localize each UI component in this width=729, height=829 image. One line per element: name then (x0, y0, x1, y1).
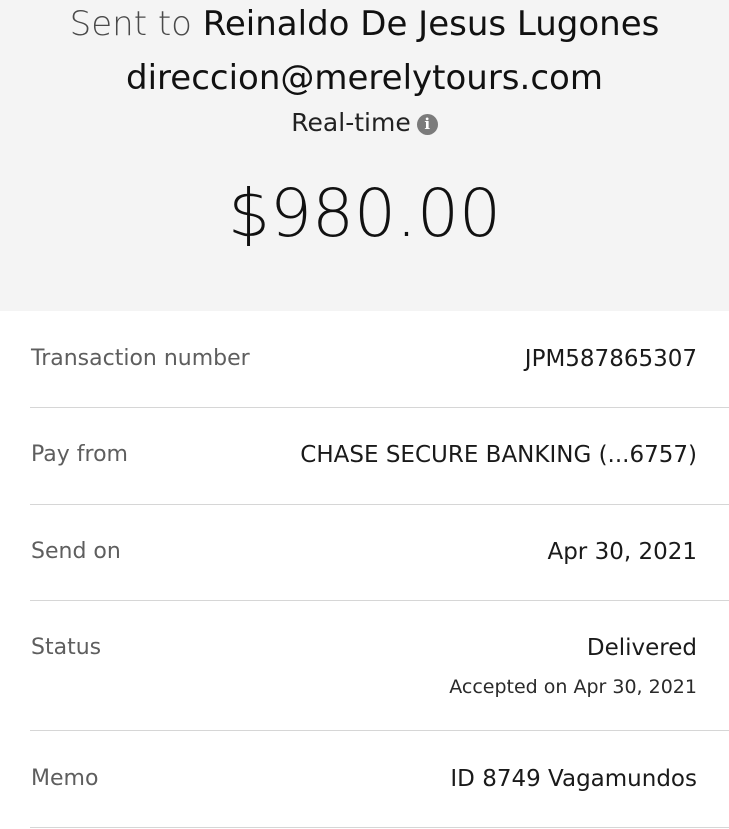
sent-to-prefix: Sent to (69, 4, 192, 44)
status-accepted-date: Accepted on Apr 30, 2021 (449, 676, 697, 698)
transaction-number-label: Transaction number (31, 346, 250, 371)
pay-from-row: Pay from CHASE SECURE BANKING (...6757) (30, 408, 729, 505)
payment-summary-header: Sent to Reinaldo De Jesus Lugones direcc… (0, 0, 729, 311)
status-label: Status (31, 635, 102, 660)
send-on-value: Apr 30, 2021 (547, 539, 697, 565)
recipient-name: Reinaldo De Jesus Lugones (202, 4, 660, 44)
payment-amount: $980.00 (228, 175, 501, 252)
delivery-speed: Real-time (291, 108, 411, 137)
memo-label: Memo (31, 766, 99, 791)
transaction-number-row: Transaction number JPM587865307 (30, 311, 729, 408)
info-icon[interactable]: i (416, 114, 438, 135)
recipient-email: direccion@merelytours.com (126, 58, 603, 98)
send-on-row: Send on Apr 30, 2021 (30, 505, 729, 601)
memo-value: ID 8749 Vagamundos (450, 766, 697, 792)
status-row: Status Delivered Accepted on Apr 30, 202… (30, 601, 729, 731)
pay-from-value: CHASE SECURE BANKING (...6757) (300, 442, 697, 468)
recipient-line: Sent to Reinaldo De Jesus Lugones (0, 2, 729, 46)
delivery-speed-row: Real-time i (0, 106, 729, 140)
transaction-number-value: JPM587865307 (524, 346, 697, 372)
send-on-label: Send on (31, 539, 121, 564)
memo-row: Memo ID 8749 Vagamundos (30, 731, 729, 828)
pay-from-label: Pay from (31, 442, 128, 467)
status-value: Delivered (586, 635, 697, 661)
